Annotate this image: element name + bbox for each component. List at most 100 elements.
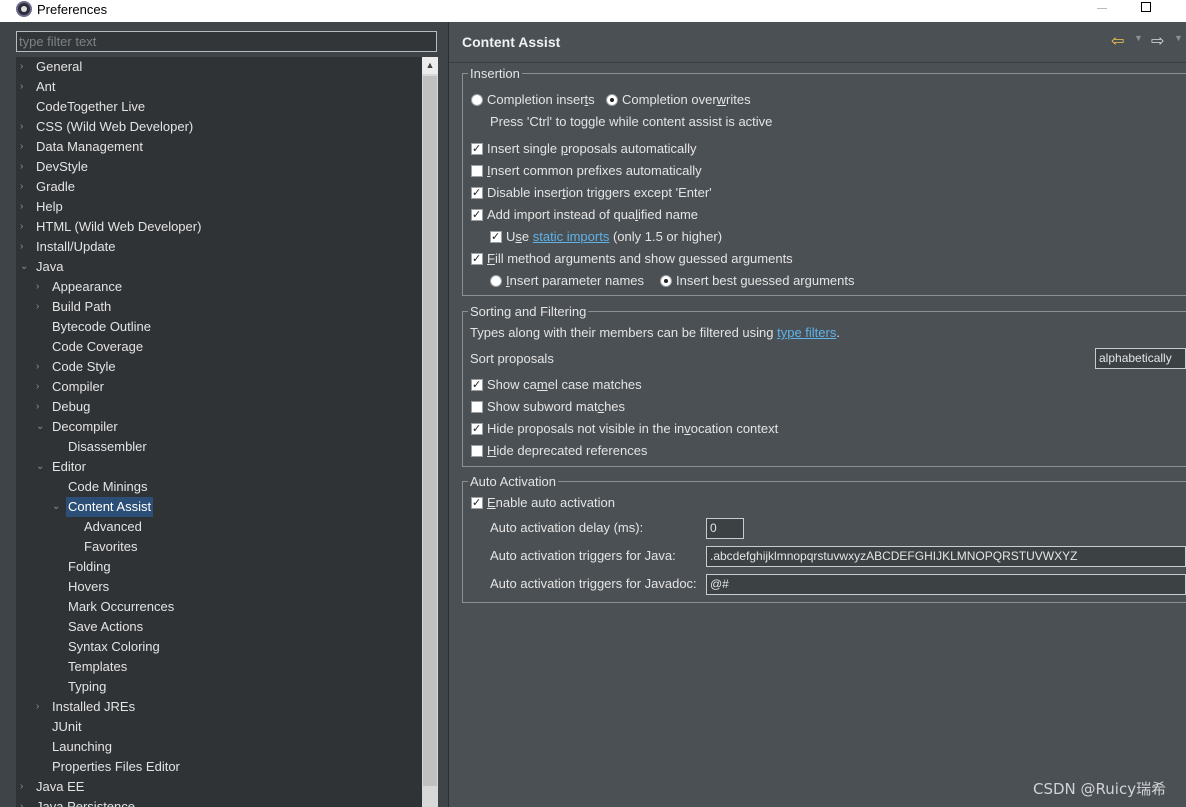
tree-item-label: Syntax Coloring (68, 639, 160, 654)
checkbox-box[interactable] (490, 227, 502, 247)
tree-item[interactable]: Properties Files Editor (16, 757, 422, 777)
checkbox-box[interactable] (471, 445, 483, 457)
chevron-right-icon[interactable]: › (20, 797, 30, 807)
checkbox-box[interactable] (471, 249, 483, 269)
checkbox-box[interactable] (471, 493, 483, 513)
maximize-icon[interactable] (1141, 2, 1151, 12)
tree-item[interactable]: Launching (16, 737, 422, 757)
tree-item[interactable]: › CSS (Wild Web Developer) (16, 117, 422, 137)
chevron-right-icon[interactable]: › (36, 277, 46, 297)
chevron-down-icon[interactable]: ⌄ (36, 417, 46, 437)
chevron-right-icon[interactable]: › (20, 197, 30, 217)
radio-dot[interactable] (606, 94, 618, 106)
radio-dot[interactable] (471, 94, 483, 106)
chevron-right-icon[interactable]: › (20, 177, 30, 197)
forward-dropdown-icon[interactable]: ▼ (1174, 33, 1183, 43)
chevron-right-icon[interactable]: › (20, 117, 30, 137)
tree-item[interactable]: › Appearance (16, 277, 422, 297)
tree-item[interactable]: › Gradle (16, 177, 422, 197)
chevron-right-icon[interactable]: › (36, 297, 46, 317)
label-part: U (506, 229, 516, 244)
option-label: Show subword matches (487, 397, 625, 417)
tree-item[interactable]: Typing (16, 677, 422, 697)
radio-dot[interactable] (660, 275, 672, 287)
tree-item[interactable]: › Java EE (16, 777, 422, 797)
radio-dot[interactable] (490, 275, 502, 287)
tree-item[interactable]: Favorites (16, 537, 422, 557)
chevron-right-icon[interactable]: › (20, 157, 30, 177)
tree-item[interactable]: › Install/Update (16, 237, 422, 257)
filter-input[interactable] (16, 31, 437, 52)
back-dropdown-icon[interactable]: ▼ (1134, 33, 1143, 43)
scroll-up-icon[interactable]: ▲ (422, 57, 438, 74)
tree-item[interactable]: › Java Persistence (16, 797, 422, 807)
tree-item[interactable]: Mark Occurrences (16, 597, 422, 617)
chevron-right-icon[interactable]: › (36, 697, 46, 717)
minimize-icon[interactable] (1097, 8, 1107, 9)
checkbox-box[interactable] (471, 165, 483, 177)
javadoc-triggers-input[interactable]: @# (706, 574, 1186, 595)
forward-arrow-icon[interactable]: ⇨ (1151, 31, 1164, 51)
chevron-down-icon[interactable]: ⌄ (52, 497, 62, 517)
tree-item[interactable]: ⌄ Java (16, 257, 422, 277)
tree-item[interactable]: › Ant (16, 77, 422, 97)
tree-item-label: Properties Files Editor (52, 759, 180, 774)
tree-item[interactable]: CodeTogether Live (16, 97, 422, 117)
checkbox-box[interactable] (471, 401, 483, 413)
option-label: Completion inserts (487, 90, 595, 110)
eclipse-icon (16, 1, 32, 17)
tree-item[interactable]: › Installed JREs (16, 697, 422, 717)
chevron-down-icon[interactable]: ⌄ (20, 257, 30, 277)
tree-item-label: Disassembler (68, 439, 147, 454)
checkbox-box[interactable] (471, 419, 483, 439)
chevron-right-icon[interactable]: › (20, 237, 30, 257)
chevron-right-icon[interactable]: › (20, 57, 30, 77)
auto-activation-delay-input[interactable]: 0 (706, 518, 744, 539)
chevron-right-icon[interactable]: › (20, 217, 30, 237)
tree-item[interactable]: › General (16, 57, 422, 77)
back-arrow-icon[interactable]: ⇦ (1111, 31, 1124, 51)
tree-item-label: Data Management (36, 139, 143, 154)
tree-item[interactable]: Bytecode Outline (16, 317, 422, 337)
checkbox-box[interactable] (471, 139, 483, 159)
chevron-right-icon[interactable]: › (36, 377, 46, 397)
tree-item[interactable]: › Compiler (16, 377, 422, 397)
checkbox-box[interactable] (471, 375, 483, 395)
chevron-right-icon[interactable]: › (20, 137, 30, 157)
tree-item[interactable]: › Build Path (16, 297, 422, 317)
tree-item[interactable]: › HTML (Wild Web Developer) (16, 217, 422, 237)
tree-item[interactable]: Save Actions (16, 617, 422, 637)
checkbox-box[interactable] (471, 205, 483, 225)
tree-item[interactable]: › Code Style (16, 357, 422, 377)
option-label: Completion overwrites (622, 90, 751, 110)
tree-item[interactable]: Syntax Coloring (16, 637, 422, 657)
chevron-right-icon[interactable]: › (20, 777, 30, 797)
tree-item[interactable]: Code Minings (16, 477, 422, 497)
tree-item[interactable]: ⌄ Editor (16, 457, 422, 477)
chevron-down-icon[interactable]: ⌄ (36, 457, 46, 477)
sort-proposals-select[interactable]: alphabetically (1095, 348, 1186, 369)
chevron-right-icon[interactable]: › (36, 357, 46, 377)
label-part: el case matches (547, 377, 642, 392)
tree-item[interactable]: › Help (16, 197, 422, 217)
tree-item[interactable]: Code Coverage (16, 337, 422, 357)
chevron-right-icon[interactable]: › (36, 397, 46, 417)
checkbox-box[interactable] (471, 183, 483, 203)
tree-item[interactable]: › Data Management (16, 137, 422, 157)
static-imports-link[interactable]: static imports (533, 229, 610, 244)
tree-item[interactable]: Disassembler (16, 437, 422, 457)
scroll-thumb[interactable] (423, 76, 437, 786)
tree-item[interactable]: Folding (16, 557, 422, 577)
tree-scrollbar[interactable]: ▲ (422, 57, 438, 807)
tree-item[interactable]: ⌄ Content Assist (16, 497, 422, 517)
tree-item[interactable]: › Debug (16, 397, 422, 417)
java-triggers-input[interactable]: .abcdefghijklmnopqrstuvwxyzABCDEFGHIJKLM… (706, 546, 1186, 567)
tree-item[interactable]: Advanced (16, 517, 422, 537)
tree-item[interactable]: › DevStyle (16, 157, 422, 177)
tree-item[interactable]: ⌄ Decompiler (16, 417, 422, 437)
tree-item[interactable]: Hovers (16, 577, 422, 597)
tree-item[interactable]: Templates (16, 657, 422, 677)
chevron-right-icon[interactable]: › (20, 77, 30, 97)
tree-item[interactable]: JUnit (16, 717, 422, 737)
type-filters-link[interactable]: type filters (777, 325, 836, 340)
